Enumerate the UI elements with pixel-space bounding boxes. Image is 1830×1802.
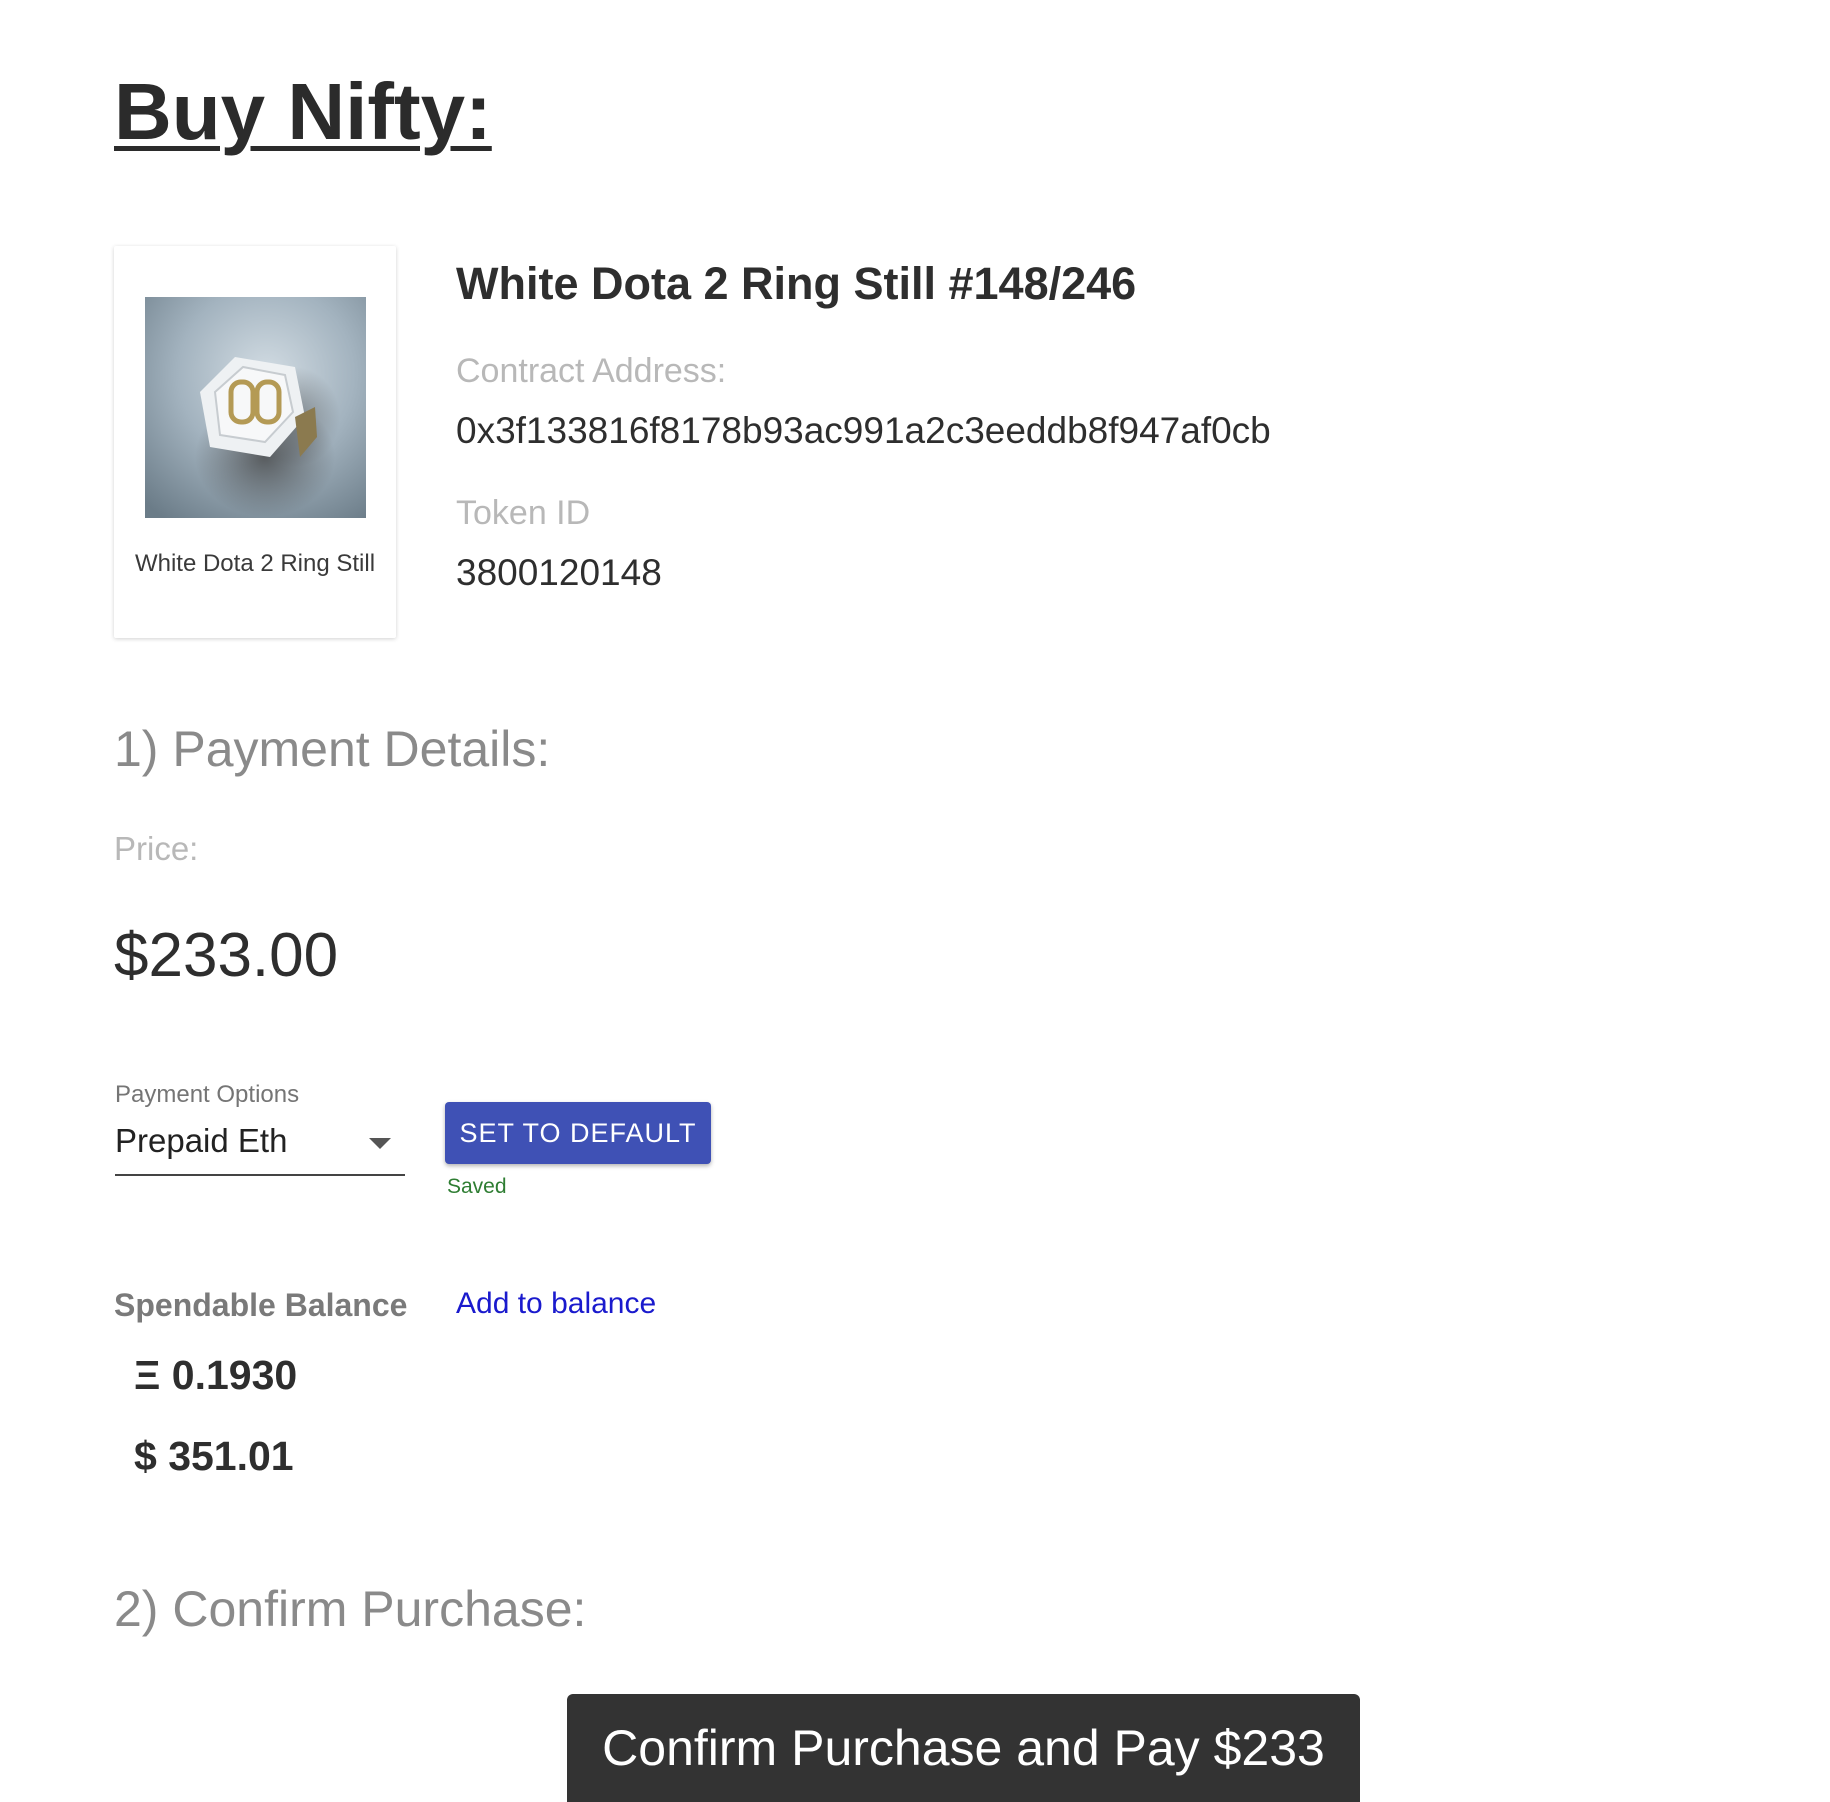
contract-address-value: 0x3f133816f8178b93ac991a2c3eeddb8f947af0… xyxy=(456,410,1271,451)
confirm-purchase-heading: 2) Confirm Purchase: xyxy=(114,1581,587,1637)
token-id-label: Token ID xyxy=(456,494,591,532)
nifty-name: White Dota 2 Ring Still #148/246 xyxy=(456,258,1137,309)
chevron-down-icon xyxy=(369,1138,391,1149)
contract-address-label: Contract Address: xyxy=(456,352,727,390)
nifty-image-caption: White Dota 2 Ring Still xyxy=(134,550,376,577)
nifty-image xyxy=(145,297,366,518)
balance-eth: Ξ 0.1930 xyxy=(134,1352,298,1398)
buy-nifty-page: Buy Nifty: White Dota 2 Ring Still White… xyxy=(0,0,1830,1802)
set-to-default-button[interactable]: SET TO DEFAULT xyxy=(445,1102,711,1164)
payment-options-select[interactable]: Prepaid Eth xyxy=(115,1116,405,1176)
price-label: Price: xyxy=(114,830,199,867)
token-id-value: 3800120148 xyxy=(456,552,662,593)
ring-image-icon xyxy=(145,297,366,518)
add-to-balance-link[interactable]: Add to balance xyxy=(456,1287,656,1321)
payment-options-selected: Prepaid Eth xyxy=(115,1122,288,1159)
spendable-balance-label: Spendable Balance xyxy=(114,1287,408,1323)
balance-usd: $ 351.01 xyxy=(134,1433,294,1479)
confirm-purchase-button[interactable]: Confirm Purchase and Pay $233 xyxy=(567,1694,1360,1802)
page-title: Buy Nifty: xyxy=(114,67,492,156)
price-value: $233.00 xyxy=(114,921,339,990)
payment-options-label: Payment Options xyxy=(115,1081,300,1108)
nifty-card[interactable]: White Dota 2 Ring Still xyxy=(114,246,396,638)
saved-status: Saved xyxy=(447,1175,507,1198)
payment-details-heading: 1) Payment Details: xyxy=(114,721,551,777)
